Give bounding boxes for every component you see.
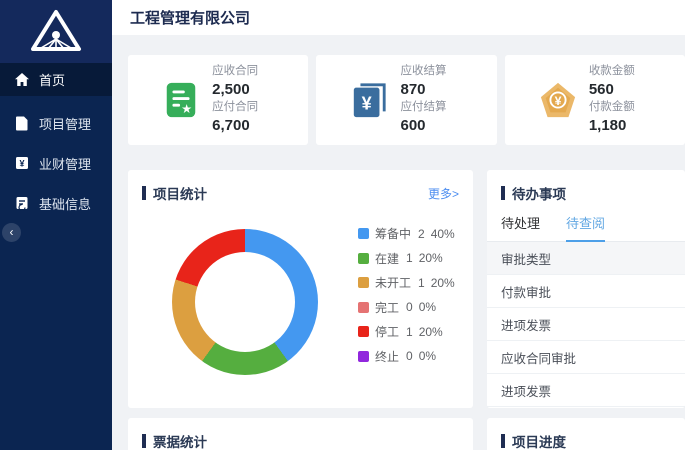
legend-swatch	[358, 277, 369, 288]
title-accent-bar	[142, 186, 146, 200]
content: ★ 应收合同 2,500 应付合同 6,700 ¥ 应收结算 870 应付结算 …	[112, 35, 685, 450]
info-icon	[14, 195, 30, 211]
stat-label: 应收结算	[400, 64, 462, 80]
legend-item: 停工 1 20%	[358, 323, 455, 340]
stat-label: 收款金额	[589, 64, 651, 80]
title-accent-bar	[142, 434, 146, 448]
stat-value: 870	[400, 80, 462, 100]
svg-text:¥: ¥	[19, 159, 24, 169]
legend-swatch	[358, 326, 369, 337]
todo-panel: 待办事项 待处理 待查阅 审批类型 付款审批 进项发票 应收合同审批 进项发票 …	[487, 170, 685, 408]
tab-to-review[interactable]: 待查阅	[566, 213, 605, 242]
stat-value: 2,500	[212, 80, 274, 100]
page-title: 工程管理有限公司	[130, 7, 250, 28]
panel-title: 票据统计	[153, 431, 207, 450]
stat-card-payments: ¥ 收款金额 560 付款金额 1,180	[505, 55, 685, 145]
title-accent-bar	[501, 186, 505, 200]
stat-value: 600	[400, 116, 462, 136]
chevron-left-icon: ‹	[10, 225, 14, 239]
sidebar: 首页 项目管理 ¥ 业财管理 基础信息 ‹	[0, 0, 112, 450]
project-icon	[14, 115, 30, 131]
panel-title: 项目统计	[153, 183, 207, 203]
bottom-row: 票据统计 项目进度	[128, 418, 685, 450]
todo-row-payment-approval[interactable]: 付款审批	[487, 275, 685, 308]
sidebar-item-projects[interactable]: 项目管理	[0, 103, 112, 143]
payment-icon: ¥	[539, 81, 577, 119]
main-area: 工程管理有限公司 ★ 应收合同 2,500 应付合同 6,700 ¥	[112, 0, 685, 450]
sidebar-item-label: 项目管理	[39, 114, 91, 133]
svg-text:¥: ¥	[362, 94, 372, 114]
legend-swatch	[358, 253, 369, 264]
home-icon	[14, 72, 30, 88]
stat-label: 应付合同	[212, 100, 274, 116]
todo-row-receivable-contract-approval[interactable]: 应收合同审批	[487, 341, 685, 374]
panels-row: 项目统计 更多> 筹备中 2 40% 在建	[128, 170, 685, 408]
legend-swatch	[358, 351, 369, 362]
stat-card-contracts: ★ 应收合同 2,500 应付合同 6,700	[128, 55, 308, 145]
legend-item: 终止 0 0%	[358, 348, 455, 365]
tab-pending[interactable]: 待处理	[501, 213, 540, 241]
sidebar-item-label: 首页	[39, 70, 65, 89]
logo-area	[0, 0, 112, 63]
todo-row-input-invoice-2[interactable]: 进项发票	[487, 374, 685, 407]
todo-list: 审批类型 付款审批 进项发票 应收合同审批 进项发票 应付结算审批	[487, 242, 685, 440]
donut-chart	[172, 229, 318, 375]
stat-label: 付款金额	[589, 100, 651, 116]
settlement-icon: ¥	[350, 81, 388, 119]
legend-item: 完工 0 0%	[358, 299, 455, 316]
sidebar-item-label: 业财管理	[39, 154, 91, 173]
stats-row: ★ 应收合同 2,500 应付合同 6,700 ¥ 应收结算 870 应付结算 …	[128, 55, 685, 145]
legend-item: 未开工 1 20%	[358, 274, 455, 291]
title-accent-bar	[501, 434, 505, 448]
chart-area: 筹备中 2 40% 在建 1 20% 未开工	[128, 203, 473, 375]
todo-tabs: 待处理 待查阅	[487, 203, 685, 242]
more-link[interactable]: 更多>	[428, 185, 459, 202]
todo-row-input-invoice[interactable]: 进项发票	[487, 308, 685, 341]
svg-text:★: ★	[181, 102, 192, 116]
legend-swatch	[358, 228, 369, 239]
stat-value: 6,700	[212, 116, 274, 136]
stat-card-settlements: ¥ 应收结算 870 应付结算 600	[316, 55, 496, 145]
sidebar-menu: 首页 项目管理 ¥ 业财管理 基础信息	[0, 63, 112, 223]
sidebar-item-basic-info[interactable]: 基础信息	[0, 183, 112, 223]
legend-swatch	[358, 302, 369, 313]
top-header: 工程管理有限公司	[112, 0, 685, 35]
chart-legend: 筹备中 2 40% 在建 1 20% 未开工	[358, 225, 455, 375]
stat-label: 应收合同	[212, 64, 274, 80]
project-progress-panel: 项目进度	[487, 418, 685, 450]
sidebar-item-home[interactable]: 首页	[0, 63, 112, 96]
stat-label: 应付结算	[400, 100, 462, 116]
legend-item: 筹备中 2 40%	[358, 225, 455, 242]
stat-value: 560	[589, 80, 651, 100]
company-logo-icon	[29, 9, 83, 55]
bill-stats-panel: 票据统计	[128, 418, 473, 450]
sidebar-item-label: 基础信息	[39, 194, 91, 213]
project-stats-panel: 项目统计 更多> 筹备中 2 40% 在建	[128, 170, 473, 408]
todo-row-approval-type[interactable]: 审批类型	[487, 242, 685, 275]
panel-title: 项目进度	[512, 431, 566, 450]
sidebar-item-finance[interactable]: ¥ 业财管理	[0, 143, 112, 183]
svg-text:¥: ¥	[554, 94, 561, 108]
contract-icon: ★	[162, 81, 200, 119]
stat-value: 1,180	[589, 116, 651, 136]
panel-title: 待办事项	[512, 183, 566, 203]
sidebar-collapse-button[interactable]: ‹	[2, 223, 21, 242]
legend-item: 在建 1 20%	[358, 250, 455, 267]
finance-icon: ¥	[14, 155, 30, 171]
